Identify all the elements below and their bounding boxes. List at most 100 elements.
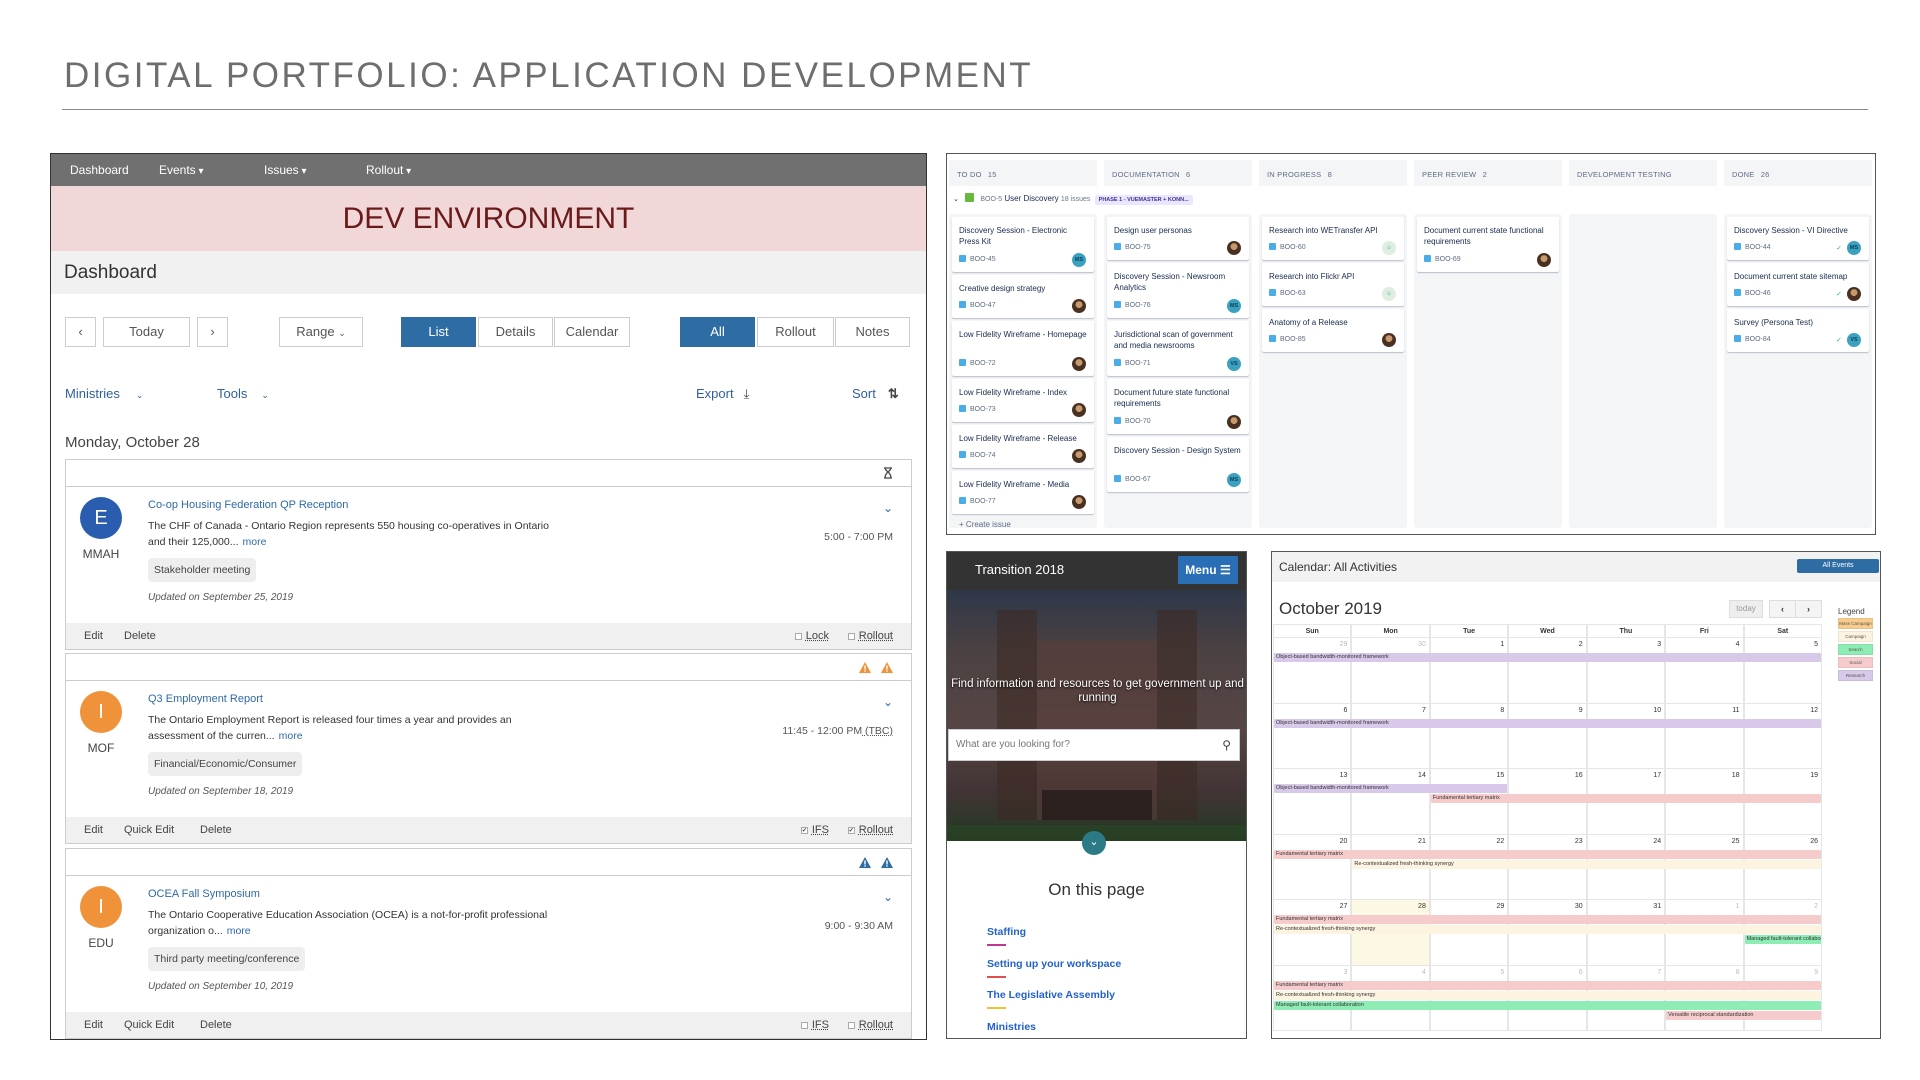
today-button[interactable]: today [1729, 600, 1763, 618]
prev-month-button[interactable]: ‹ [1769, 600, 1796, 618]
export-button[interactable]: Export ⤓ [696, 386, 749, 402]
issue-card[interactable]: Creative design strategy BOO-47 [952, 275, 1094, 318]
page-link[interactable]: The Legislative Assembly [987, 989, 1115, 1001]
expand-chevron-icon[interactable]: ⌄ [883, 695, 893, 709]
issue-card[interactable]: Survey (Persona Test) BOO-84 ✓ VS [1727, 309, 1869, 352]
view-details[interactable]: Details [478, 317, 553, 347]
calendar-event[interactable]: Fundamental tertiary matrix [1274, 980, 1821, 990]
day-cell[interactable]: 20 [1273, 834, 1352, 900]
chevron-down-icon[interactable]: ⌄ [953, 196, 959, 203]
day-cell[interactable]: 14 [1351, 769, 1430, 835]
view-list[interactable]: List [401, 317, 476, 347]
menu-button[interactable]: Menu ☰ [1178, 556, 1238, 584]
page-link[interactable]: Staffing [987, 926, 1026, 938]
issue-card[interactable]: Low Fidelity Wireframe - Homepage BOO-72 [952, 321, 1094, 376]
checkbox[interactable] [800, 1021, 808, 1029]
day-cell[interactable]: 11 [1665, 703, 1744, 769]
day-cell[interactable]: 7 [1351, 703, 1430, 769]
nav-rollout[interactable]: Rollout ▾ [366, 163, 411, 177]
checkbox[interactable] [847, 632, 855, 640]
calendar-event[interactable]: Object-based bandwidth-monitored framewo… [1274, 653, 1821, 662]
all-events-button[interactable]: All Events [1797, 559, 1879, 573]
search-input[interactable] [949, 730, 1199, 759]
quick-edit-button[interactable]: Quick Edit [124, 824, 174, 836]
epic-row[interactable]: ⌄ BOO-5 User Discovery 18 issues PHASE 1… [953, 193, 1193, 205]
more-link[interactable]: more [227, 925, 251, 937]
edit-button[interactable]: Edit [84, 630, 103, 642]
day-cell[interactable]: 9 [1508, 703, 1587, 769]
rollout-checkbox[interactable]: ✔ Rollout [847, 824, 893, 836]
calendar-event[interactable]: Re-contextualized fresh-thinking synergy [1274, 990, 1821, 1000]
event-title-link[interactable]: Q3 Employment Report [148, 693, 263, 705]
filter-notes[interactable]: Notes [835, 317, 910, 347]
issue-card[interactable]: Low Fidelity Wireframe - Media BOO-77 [952, 471, 1094, 514]
day-cell[interactable]: 10 [1586, 703, 1666, 769]
calendar-event[interactable]: Object-based bandwidth-monitored framewo… [1274, 718, 1821, 728]
next-day-button[interactable]: › [197, 317, 228, 347]
today-button[interactable]: Today [103, 317, 190, 347]
create-issue-button[interactable]: + Create issue [959, 520, 1011, 529]
ifs-checkbox[interactable]: IFS [800, 1019, 829, 1031]
issue-card[interactable]: Discovery Session - Electronic Press Kit… [952, 217, 1094, 272]
calendar-event[interactable]: Fundamental tertiary matrix [1274, 915, 1821, 924]
issue-card[interactable]: Discovery Session - Design System BOO-67 M… [1107, 437, 1249, 492]
day-cell[interactable]: 6 [1273, 703, 1352, 769]
issue-card[interactable]: Anatomy of a Release BOO-85 [1262, 309, 1404, 352]
day-cell[interactable]: 8 [1429, 703, 1509, 769]
prev-day-button[interactable]: ‹ [65, 317, 96, 347]
calendar-event[interactable]: Fundamental tertiary matrix [1274, 849, 1821, 859]
day-cell[interactable]: 12 [1743, 703, 1822, 769]
day-cell[interactable]: 5 [1743, 638, 1822, 704]
expand-chevron-icon[interactable]: ⌄ [883, 501, 893, 515]
nav-issues[interactable]: Issues ▾ [264, 163, 307, 177]
issue-card[interactable]: Document current state sitemap BOO-46 ✓ [1727, 263, 1869, 306]
lock-checkbox[interactable]: Lock [794, 630, 829, 642]
search-icon[interactable]: ⚲ [1222, 738, 1231, 752]
issue-card[interactable]: Discovery Session - Newsroom Analytics BO… [1107, 263, 1249, 318]
day-cell[interactable]: 4 [1665, 638, 1744, 704]
issue-card[interactable]: Jurisdictional scan of government and me… [1107, 321, 1249, 376]
next-month-button[interactable]: › [1795, 600, 1822, 618]
event-title-link[interactable]: OCEA Fall Symposium [148, 888, 260, 900]
checkbox[interactable]: ✔ [847, 826, 855, 834]
page-link[interactable]: Ministries [987, 1021, 1036, 1033]
rollout-checkbox[interactable]: Rollout [847, 1019, 893, 1031]
ifs-checkbox[interactable]: ✔ IFS [800, 824, 829, 836]
day-cell[interactable]: 30 [1351, 638, 1430, 704]
more-link[interactable]: more [279, 730, 303, 742]
delete-button[interactable]: Delete [200, 1019, 232, 1031]
more-link[interactable]: more [243, 536, 267, 548]
checkbox[interactable] [794, 632, 802, 640]
ministries-dropdown[interactable]: Ministries ⌄ [65, 386, 143, 401]
view-calendar[interactable]: Calendar [554, 317, 630, 347]
calendar-event[interactable]: Managed fault-tolerant collaboration [1744, 935, 1821, 944]
issue-card[interactable]: Document current state functional requir… [1417, 217, 1559, 272]
calendar-event[interactable]: Re-contextualized fresh-thinking synergy [1352, 859, 1821, 869]
checkbox[interactable]: ✔ [800, 826, 808, 834]
edit-button[interactable]: Edit [84, 1019, 103, 1031]
issue-card[interactable]: Research into WETransfer API BOO-60 ☺ [1262, 217, 1404, 260]
calendar-event[interactable]: Versatile reciprocal standardization [1666, 1010, 1821, 1020]
sort-button[interactable]: Sort ⇅ [852, 386, 899, 402]
calendar-event[interactable]: Managed fault-tolerant collaboration [1274, 1000, 1821, 1010]
filter-rollout[interactable]: Rollout [757, 317, 834, 347]
delete-button[interactable]: Delete [124, 630, 156, 642]
nav-events[interactable]: Events ▾ [159, 163, 204, 177]
day-cell[interactable]: 3 [1586, 638, 1666, 704]
day-cell[interactable]: 13 [1273, 769, 1352, 835]
site-search[interactable]: ⚲ [948, 729, 1240, 761]
calendar-event[interactable]: Fundamental tertiary matrix [1430, 794, 1821, 803]
event-title-link[interactable]: Co-op Housing Federation QP Reception [148, 499, 348, 511]
issue-card[interactable]: Document future state functional require… [1107, 379, 1249, 434]
issue-card[interactable]: Design user personas BOO-75 [1107, 217, 1249, 260]
scroll-down-button[interactable]: ⌄ [1082, 831, 1106, 855]
nav-dashboard[interactable]: Dashboard [70, 163, 129, 177]
calendar-event[interactable]: Re-contextualized fresh-thinking synergy [1274, 925, 1821, 934]
filter-all[interactable]: All [680, 317, 755, 347]
issue-card[interactable]: Low Fidelity Wireframe - Index BOO-73 [952, 379, 1094, 422]
range-dropdown[interactable]: Range ⌄ [279, 317, 363, 347]
issue-card[interactable]: Low Fidelity Wireframe - Release BOO-74 [952, 425, 1094, 468]
page-link[interactable]: Setting up your workspace [987, 958, 1121, 970]
calendar-event[interactable]: Object-based bandwidth-monitored framewo… [1274, 784, 1508, 793]
delete-button[interactable]: Delete [200, 824, 232, 836]
